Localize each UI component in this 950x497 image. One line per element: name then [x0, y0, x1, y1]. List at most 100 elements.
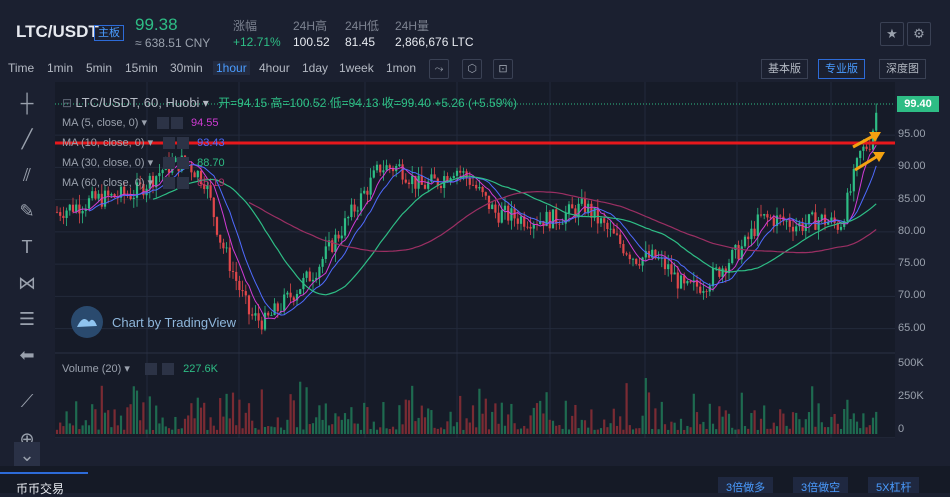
tf-time[interactable]: Time: [8, 61, 34, 75]
volume-bar: [609, 423, 612, 434]
volume-legend-label[interactable]: Volume (20): [62, 363, 121, 375]
drawing-toolbar: ┼ ╱ ⫽ ✎ T ⋈ ☰ ⬅ ⟋ ⊕ ⌄: [0, 82, 52, 468]
tradingview-watermark[interactable]: Chart by TradingView: [71, 306, 237, 338]
candle-body: [475, 184, 478, 189]
candle-body: [715, 267, 718, 269]
candle-body: [718, 267, 721, 277]
settings-icon[interactable]: [144, 363, 157, 376]
chevron-down-icon[interactable]: ▾: [124, 363, 130, 375]
pattern-icon[interactable]: ⋈: [14, 270, 40, 296]
volume-bar: [391, 426, 395, 434]
candle-body: [283, 294, 286, 311]
version-depth[interactable]: 深度图: [879, 59, 926, 79]
text-tool-icon[interactable]: T: [14, 234, 40, 260]
volume-bar: [81, 425, 84, 434]
high-label: 24H高: [293, 19, 328, 33]
gear-icon[interactable]: ⚙: [907, 22, 931, 46]
crosshair-icon[interactable]: ┼: [14, 90, 40, 116]
ruler-icon[interactable]: ⟋: [14, 388, 40, 414]
tf-15min[interactable]: 15min: [125, 61, 158, 75]
candle-body: [62, 215, 65, 218]
trading-pair[interactable]: LTC/USDT: [16, 22, 99, 42]
volume-bar: [798, 419, 801, 434]
volume-bar: [251, 420, 254, 434]
tf-1day[interactable]: 1day: [302, 61, 328, 75]
volume-bar: [753, 410, 756, 434]
close-icon[interactable]: [177, 177, 190, 190]
candle-body: [318, 266, 321, 278]
volume-bar: [100, 385, 103, 434]
tf-1week[interactable]: 1week: [339, 61, 374, 75]
price-axis[interactable]: 99.40 95.00 90.00 85.00 80.00 75.00 70.00 65.0…: [895, 82, 950, 466]
candle-body: [372, 170, 375, 178]
ma-legend-label[interactable]: MA (10, close, 0) ▾: [62, 137, 153, 149]
candle-body: [743, 236, 747, 247]
volume-bar: [644, 378, 647, 434]
volume-bar: [788, 428, 791, 434]
tf-1min[interactable]: 1min: [47, 61, 73, 75]
candle-body: [462, 171, 465, 173]
ma-legend-label[interactable]: MA (60, close, 0) ▾: [62, 177, 153, 189]
eye-icon[interactable]: ⊟: [62, 96, 72, 110]
chevron-down-icon[interactable]: ⌄: [14, 442, 40, 468]
chart-type-icon[interactable]: ⤳: [429, 59, 449, 79]
ma-legend-row: MA (30, close, 0) ▾ 88.70: [62, 156, 225, 170]
candle-body: [852, 169, 855, 192]
volume-bar: [139, 420, 142, 434]
settings-icon[interactable]: [163, 177, 176, 190]
parallel-lines-icon[interactable]: ⫽: [14, 162, 40, 188]
volume-bar: [206, 429, 209, 434]
volume-bar: [433, 427, 436, 434]
last-price: 99.38: [135, 15, 178, 34]
candle-body: [343, 218, 347, 236]
volume-bar: [817, 403, 820, 434]
volume-bar: [622, 429, 625, 434]
candle-body: [59, 212, 62, 216]
volume-bar: [846, 399, 849, 434]
candle-body: [215, 217, 219, 235]
tf-5min[interactable]: 5min: [86, 61, 112, 75]
close-icon[interactable]: [177, 137, 190, 150]
version-basic[interactable]: 基本版: [761, 59, 808, 79]
trend-line-icon[interactable]: ╱: [14, 126, 40, 152]
settings-icon[interactable]: [163, 137, 176, 150]
volume-bar: [727, 413, 731, 434]
volume-bar: [462, 429, 465, 434]
version-pro[interactable]: 专业版: [818, 59, 865, 79]
ma-legend-label[interactable]: MA (30, close, 0) ▾: [62, 157, 153, 169]
candle-body: [846, 192, 849, 222]
volume-bar: [750, 413, 753, 434]
volume-bar: [414, 421, 417, 434]
short-3x-button[interactable]: 3倍做空: [793, 477, 849, 494]
candle-body: [734, 244, 737, 250]
candle-body: [494, 204, 497, 213]
back-arrow-icon[interactable]: ⬅: [14, 342, 40, 368]
tf-1mon[interactable]: 1mon: [386, 61, 416, 75]
volume-bar: [612, 408, 615, 434]
tf-30min[interactable]: 30min: [170, 61, 203, 75]
change-label: 涨幅: [233, 19, 258, 33]
settings-icon[interactable]: ⬡: [462, 59, 482, 79]
close-icon[interactable]: [162, 363, 175, 376]
chevron-down-icon[interactable]: ▾: [203, 96, 209, 110]
volume-bar: [126, 407, 129, 434]
volume-bar: [654, 408, 657, 434]
volume-bar: [257, 429, 260, 434]
tab-spot-trading[interactable]: 币币交易: [0, 472, 88, 496]
tf-4hour[interactable]: 4hour: [259, 61, 290, 75]
settings-icon[interactable]: [157, 117, 169, 130]
volume-bar: [641, 415, 644, 434]
volume-bar: [321, 419, 324, 434]
close-icon[interactable]: [171, 117, 183, 130]
tf-1hour[interactable]: 1hour: [213, 61, 250, 75]
star-icon[interactable]: ★: [880, 22, 904, 46]
fibonacci-icon[interactable]: ☰: [14, 306, 40, 332]
close-icon[interactable]: [177, 157, 190, 170]
ma-legend-label[interactable]: MA (5, close, 0) ▾: [62, 117, 147, 129]
symbol-legend[interactable]: LTC/USDT, 60, Huobi: [75, 95, 199, 110]
brush-icon[interactable]: ✎: [14, 198, 40, 224]
screenshot-icon[interactable]: ⊡: [493, 59, 513, 79]
long-3x-button[interactable]: 3倍做多: [718, 477, 774, 494]
margin-5x-button[interactable]: 5X杠杆: [868, 477, 920, 494]
settings-icon[interactable]: [163, 157, 176, 170]
